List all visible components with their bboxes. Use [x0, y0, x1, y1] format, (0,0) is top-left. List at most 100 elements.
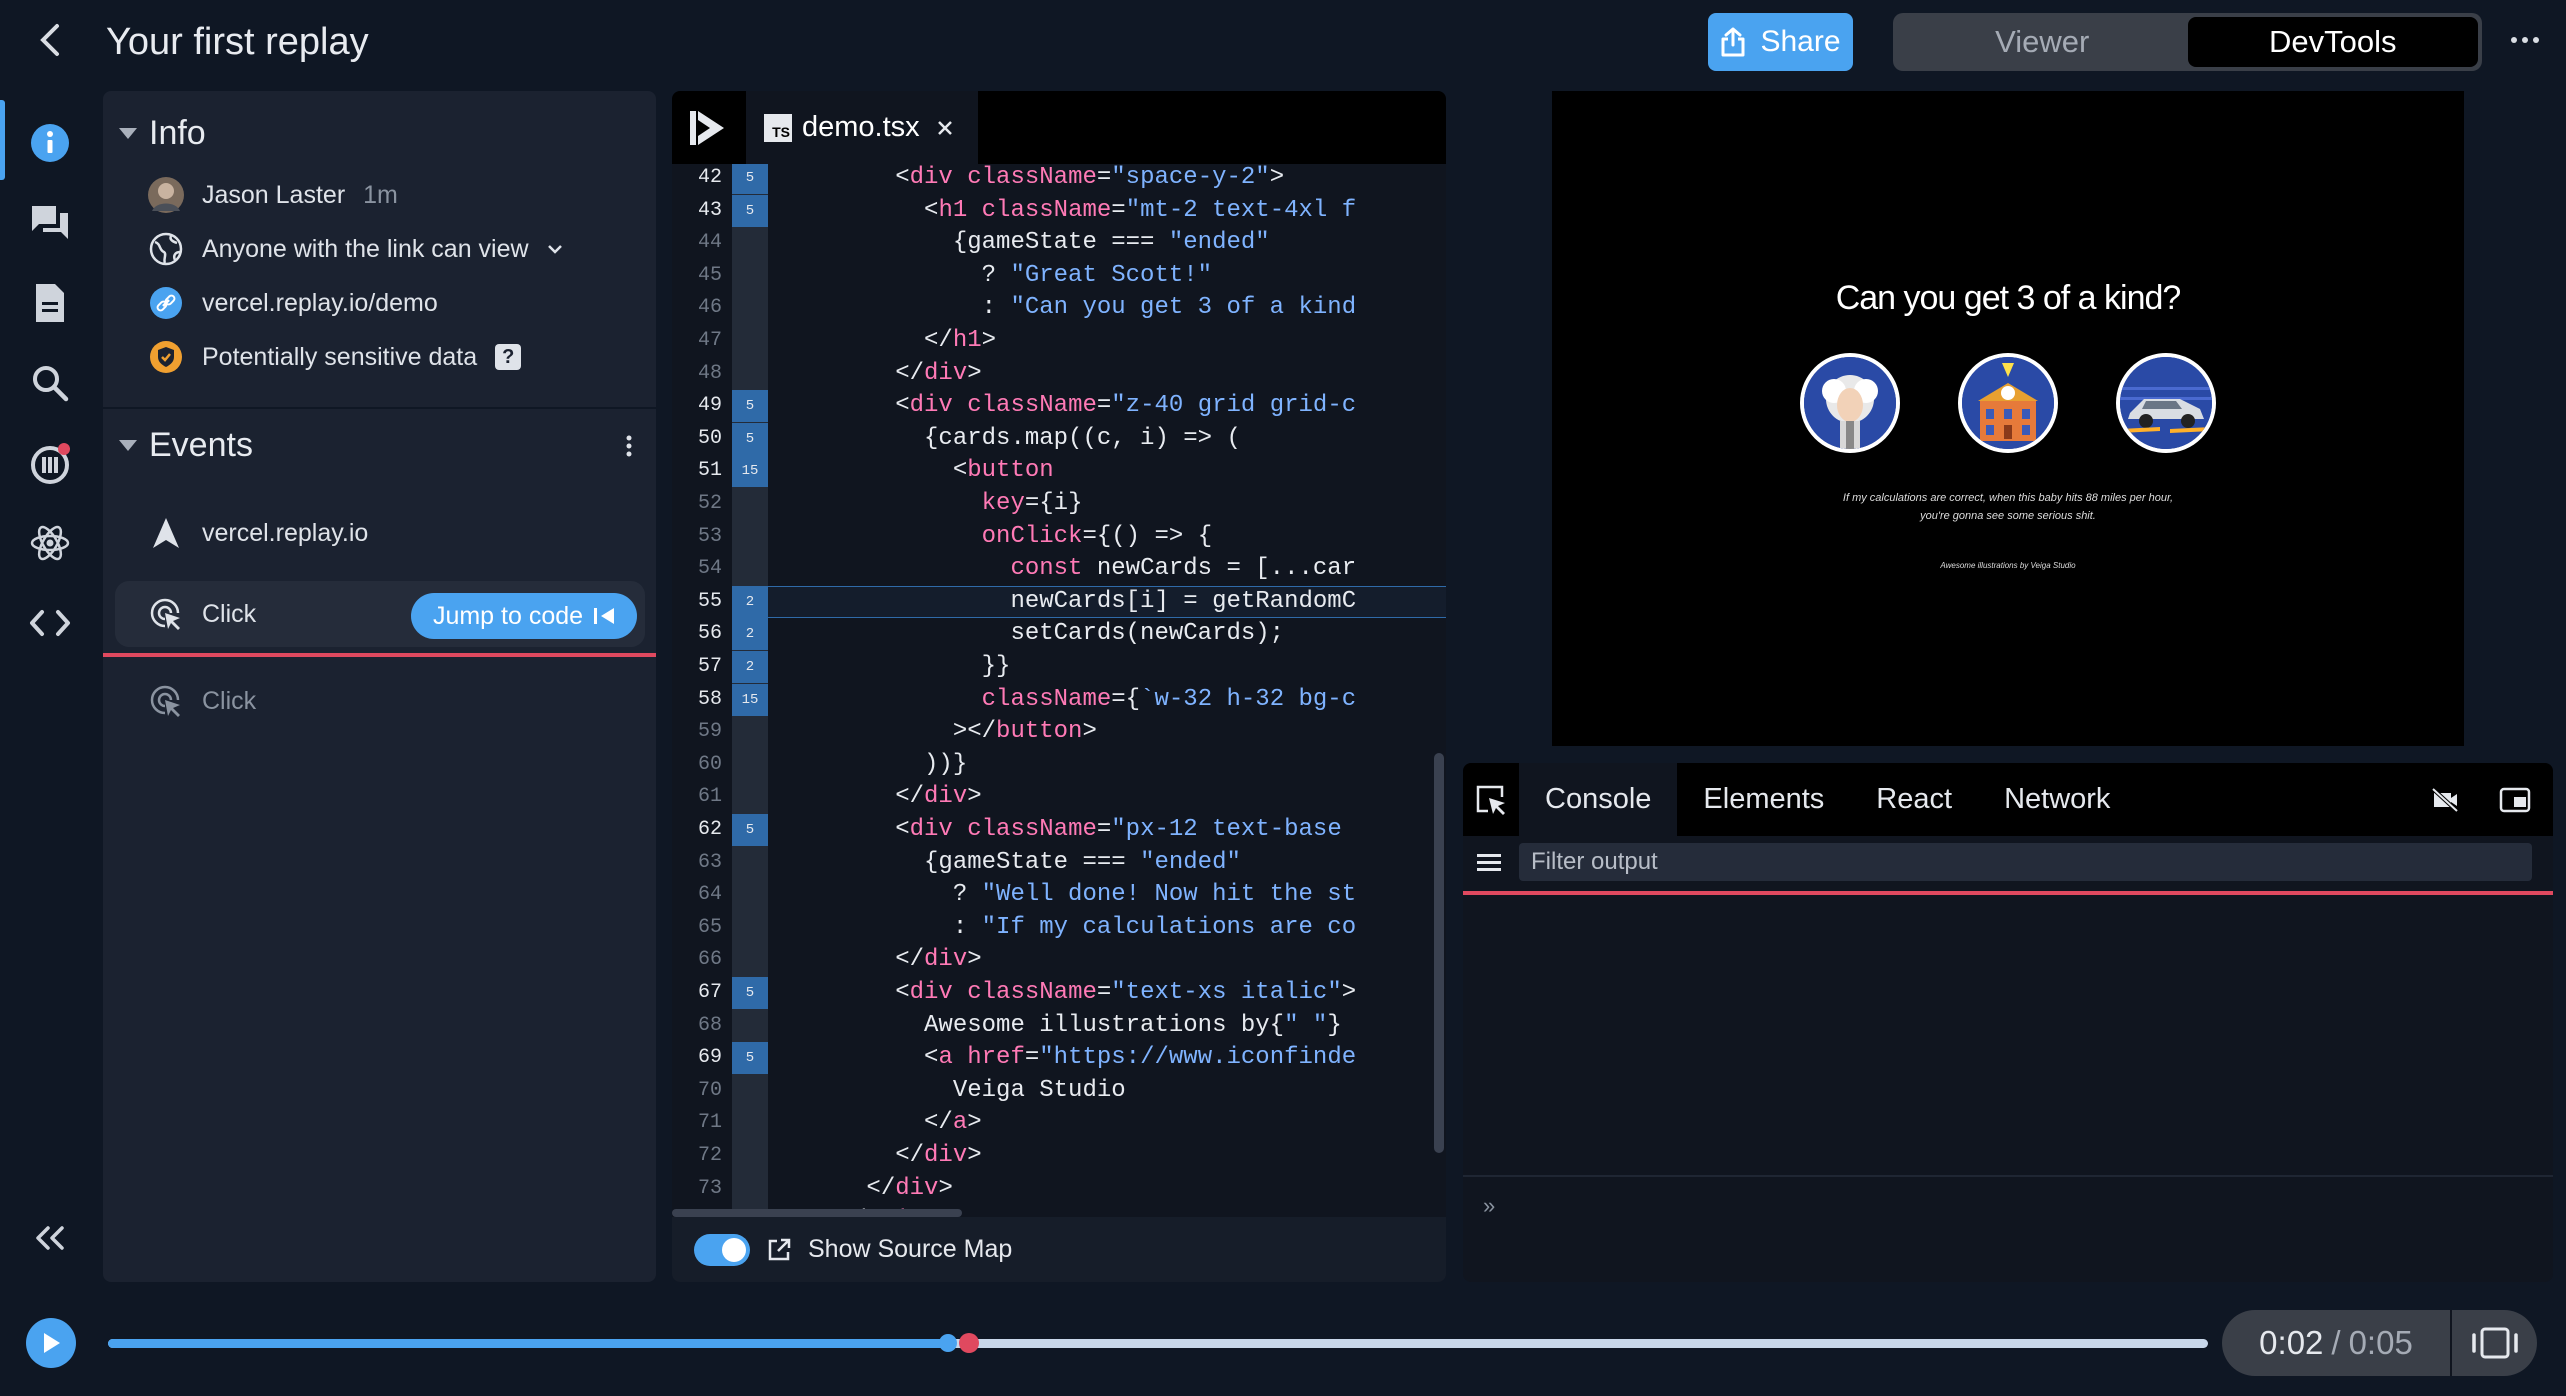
focus-mode-button[interactable]	[2450, 1310, 2537, 1376]
code-line[interactable]: 44 {gameState === "ended"	[672, 227, 1446, 259]
code-line[interactable]: 65 : "If my calculations are co	[672, 912, 1446, 944]
line-number[interactable]: 44	[672, 227, 722, 259]
hit-count[interactable]	[732, 716, 768, 748]
hit-count[interactable]	[732, 749, 768, 781]
line-number[interactable]: 57	[672, 651, 722, 683]
code-line[interactable]: 66 </div>	[672, 944, 1446, 976]
hit-count[interactable]	[732, 521, 768, 553]
hit-count[interactable]: 5	[732, 422, 768, 455]
tab-elements[interactable]: Elements	[1677, 763, 1850, 836]
hit-count[interactable]: 2	[732, 618, 768, 651]
timeline-handle[interactable]	[939, 1334, 957, 1352]
code-line[interactable]: 48 </div>	[672, 358, 1446, 390]
line-number[interactable]: 52	[672, 488, 722, 520]
event-navigation[interactable]: vercel.replay.io	[148, 511, 368, 555]
code-line[interactable]: 54 const newCards = [...car	[672, 553, 1446, 585]
tab-network[interactable]: Network	[1978, 763, 2136, 836]
line-number[interactable]: 54	[672, 553, 722, 585]
line-number[interactable]: 46	[672, 292, 722, 324]
events-section-header[interactable]: Events	[103, 417, 656, 473]
hit-count[interactable]	[732, 912, 768, 944]
line-number[interactable]: 72	[672, 1140, 722, 1172]
source-explorer-button[interactable]	[688, 109, 726, 147]
line-number[interactable]: 62	[672, 814, 722, 846]
back-button[interactable]	[28, 18, 72, 62]
line-number[interactable]: 43	[672, 195, 722, 227]
code-line[interactable]: 61 </div>	[672, 781, 1446, 813]
play-button[interactable]	[26, 1318, 76, 1368]
visibility-row[interactable]: Anyone with the link can view	[148, 227, 563, 271]
filter-output-input[interactable]	[1519, 843, 2532, 881]
line-number[interactable]: 73	[672, 1173, 722, 1205]
hit-count[interactable]	[732, 847, 768, 879]
event-click[interactable]: Click	[148, 592, 256, 636]
code-line[interactable]: 71 </a>	[672, 1107, 1446, 1139]
kebab-menu-icon[interactable]	[626, 435, 632, 457]
code-line[interactable]: 46 : "Can you get 3 of a kind	[672, 292, 1446, 324]
hit-count[interactable]	[732, 879, 768, 911]
code-line[interactable]: 70 Veiga Studio	[672, 1075, 1446, 1107]
rail-source-button[interactable]	[22, 275, 78, 331]
code-line[interactable]: 57 2 }}	[672, 651, 1446, 683]
rail-code-button[interactable]	[22, 595, 78, 651]
hit-count[interactable]: 5	[732, 164, 768, 194]
hit-count[interactable]: 5	[732, 1042, 768, 1075]
hit-count[interactable]	[732, 325, 768, 357]
rail-react-button[interactable]	[22, 515, 78, 571]
line-number[interactable]: 51	[672, 455, 722, 487]
hit-count[interactable]	[732, 1173, 768, 1205]
line-number[interactable]: 50	[672, 423, 722, 455]
code-line[interactable]: 42 5 <div className="space-y-2">	[672, 164, 1446, 194]
hit-count[interactable]: 5	[732, 194, 768, 227]
hit-count[interactable]	[732, 553, 768, 585]
code-line[interactable]: 58 15 className={`w-32 h-32 bg-c	[672, 683, 1446, 716]
horizontal-scrollbar[interactable]	[672, 1209, 962, 1217]
code-line[interactable]: 62 5 <div className="px-12 text-base	[672, 814, 1446, 846]
line-number[interactable]: 56	[672, 618, 722, 650]
event-marker[interactable]	[959, 1333, 979, 1353]
code-line[interactable]: 60 ))}	[672, 749, 1446, 781]
line-number[interactable]: 69	[672, 1042, 722, 1074]
link-row[interactable]: vercel.replay.io/demo	[148, 281, 438, 325]
code-line[interactable]: 68 Awesome illustrations by{" "}	[672, 1010, 1446, 1042]
line-number[interactable]: 66	[672, 944, 722, 976]
rail-search-button[interactable]	[22, 355, 78, 411]
hit-count[interactable]: 2	[732, 651, 768, 683]
line-number[interactable]: 64	[672, 879, 722, 911]
line-number[interactable]: 58	[672, 684, 722, 716]
line-number[interactable]: 47	[672, 325, 722, 357]
code-line[interactable]: 45 ? "Great Scott!"	[672, 260, 1446, 292]
video-off-icon[interactable]	[2431, 787, 2459, 813]
hit-count[interactable]	[732, 1075, 768, 1107]
jump-to-code-button[interactable]: Jump to code	[411, 593, 637, 639]
hit-count[interactable]	[732, 1010, 768, 1042]
line-number[interactable]: 68	[672, 1010, 722, 1042]
clock-tower-card[interactable]	[1958, 353, 2058, 453]
code-line[interactable]: 63 {gameState === "ended"	[672, 847, 1446, 879]
code-line[interactable]: 49 5 <div className="z-40 grid grid-c	[672, 390, 1446, 423]
code-line[interactable]: 52 key={i}	[672, 488, 1446, 520]
line-number[interactable]: 71	[672, 1107, 722, 1139]
hit-count[interactable]	[732, 944, 768, 976]
code-line[interactable]: 43 5 <h1 className="mt-2 text-4xl f	[672, 194, 1446, 227]
line-number[interactable]: 42	[672, 164, 722, 194]
help-badge[interactable]: ?	[495, 344, 522, 370]
tab-console[interactable]: Console	[1519, 763, 1678, 836]
hit-count[interactable]	[732, 1140, 768, 1172]
hit-count[interactable]	[732, 1107, 768, 1139]
line-number[interactable]: 67	[672, 977, 722, 1009]
code-line[interactable]: 56 2 setCards(newCards);	[672, 618, 1446, 651]
hit-count[interactable]: 15	[732, 455, 768, 488]
code-line[interactable]: 55 2 newCards[i] = getRandomC	[672, 585, 1446, 618]
tab-demo-tsx[interactable]: TS demo.tsx	[746, 91, 978, 164]
element-picker-button[interactable]	[1463, 763, 1519, 836]
hit-count[interactable]: 5	[732, 814, 768, 846]
share-button[interactable]: Share	[1708, 13, 1853, 71]
hit-count[interactable]: 5	[732, 977, 768, 1009]
line-number[interactable]: 59	[672, 716, 722, 748]
viewer-mode-button[interactable]: Viewer	[1897, 17, 2188, 67]
console-prompt[interactable]: »	[1463, 1175, 2553, 1235]
line-number[interactable]: 65	[672, 912, 722, 944]
hit-count[interactable]: 2	[732, 585, 768, 618]
devtools-mode-button[interactable]: DevTools	[2187, 17, 2478, 67]
